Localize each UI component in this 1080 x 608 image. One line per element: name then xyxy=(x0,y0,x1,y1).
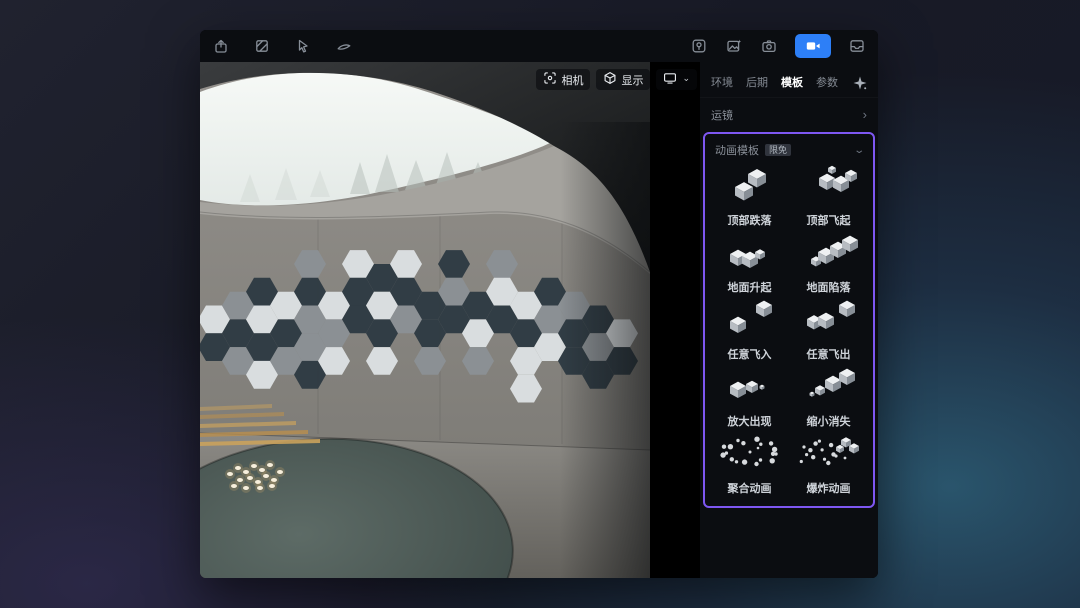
display-button-label: 显示 xyxy=(621,72,643,88)
template-particles-gather[interactable]: 聚合动画 xyxy=(710,430,789,497)
template-cubes-rise-ground[interactable]: 地面升起 xyxy=(710,229,789,296)
cubes-fly-out-icon xyxy=(790,296,868,345)
cubes-rise-ground-icon xyxy=(711,229,789,278)
template-cubes-zoom-appear[interactable]: 放大出现 xyxy=(710,363,789,430)
pin-icon[interactable] xyxy=(690,37,708,55)
panel-tabs: 环境后期模板参数 xyxy=(700,67,878,97)
template-label: 聚合动画 xyxy=(728,480,772,496)
template-cubes-shrink-disappear[interactable]: 缩小消失 xyxy=(789,363,868,430)
animation-templates-section: 动画模板 限免 ⌄ 顶部跌落 顶部飞起 地面升起 地面陷落 任意飞入 任意飞出 xyxy=(703,132,875,508)
template-cubes-drop-top[interactable]: 顶部跌落 xyxy=(710,162,789,229)
camera-button[interactable]: 相机 xyxy=(536,69,590,90)
display-button[interactable]: 显示 xyxy=(596,69,650,90)
chevron-right-icon: › xyxy=(863,108,867,121)
template-particles-explode[interactable]: 爆炸动画 xyxy=(789,430,868,497)
template-label: 顶部跌落 xyxy=(728,212,772,228)
3d-viewport[interactable]: 相机 显示 ⌄ xyxy=(200,62,700,578)
monitor-icon xyxy=(663,71,677,88)
animation-templates-grid: 顶部跌落 顶部飞起 地面升起 地面陷落 任意飞入 任意飞出 放大出现 缩小消失 xyxy=(710,162,868,497)
animation-templates-header[interactable]: 动画模板 限免 ⌄ xyxy=(710,141,868,159)
tab-2[interactable]: 模板 xyxy=(781,74,803,90)
viewport-toolbar: 相机 显示 ⌄ xyxy=(536,69,697,90)
template-label: 任意飞入 xyxy=(728,346,772,362)
particles-gather-icon xyxy=(711,430,789,479)
template-label: 爆炸动画 xyxy=(807,480,851,496)
template-label: 放大出现 xyxy=(728,413,772,429)
free-badge: 限免 xyxy=(765,144,791,157)
camera-button-label: 相机 xyxy=(561,72,583,88)
cubes-shrink-disappear-icon xyxy=(790,363,868,412)
chevron-down-icon: ⌄ xyxy=(682,73,690,84)
image-sparkle-icon[interactable] xyxy=(725,37,743,55)
tab-1[interactable]: 后期 xyxy=(746,74,768,90)
cubes-fly-top-icon xyxy=(790,162,868,211)
app-window: 相机 显示 ⌄ 环境后期模板参数 运镜 › 动画模板 xyxy=(200,30,878,578)
view-mode-dropdown[interactable]: ⌄ xyxy=(656,69,697,90)
top-toolbar xyxy=(200,30,878,62)
template-label: 地面陷落 xyxy=(807,279,851,295)
main-content: 相机 显示 ⌄ 环境后期模板参数 运镜 › 动画模板 xyxy=(200,62,878,578)
right-panel: 环境后期模板参数 运镜 › 动画模板 限免 ⌄ 顶部跌落 顶部飞起 地面升起 xyxy=(700,62,878,578)
chevron-down-icon: ⌄ xyxy=(853,145,865,156)
cubes-fly-in-icon xyxy=(711,296,789,345)
template-cubes-sink-ground[interactable]: 地面陷落 xyxy=(789,229,868,296)
camera-move-row[interactable]: 运镜 › xyxy=(700,97,878,131)
cursor-icon[interactable] xyxy=(294,37,312,55)
sparkle-icon[interactable] xyxy=(852,75,867,90)
particles-explode-icon xyxy=(790,430,868,479)
tab-0[interactable]: 环境 xyxy=(711,74,733,90)
render-scene-image xyxy=(200,62,650,578)
toolbar-right-group xyxy=(690,34,866,58)
template-cubes-fly-in[interactable]: 任意飞入 xyxy=(710,296,789,363)
animation-templates-title: 动画模板 xyxy=(715,142,759,158)
template-label: 缩小消失 xyxy=(807,413,851,429)
cubes-sink-ground-icon xyxy=(790,229,868,278)
viewfinder-icon xyxy=(543,71,557,88)
camera-move-label: 运镜 xyxy=(711,107,733,123)
video-icon[interactable] xyxy=(795,34,831,58)
material-grid-icon[interactable] xyxy=(253,37,271,55)
template-cubes-fly-top[interactable]: 顶部飞起 xyxy=(789,162,868,229)
export-box-icon[interactable] xyxy=(212,37,230,55)
template-label: 地面升起 xyxy=(728,279,772,295)
tab-3[interactable]: 参数 xyxy=(816,74,838,90)
cubes-drop-top-icon xyxy=(711,162,789,211)
template-label: 顶部飞起 xyxy=(807,212,851,228)
camera-icon[interactable] xyxy=(760,37,778,55)
inbox-icon[interactable] xyxy=(848,37,866,55)
cube-icon xyxy=(603,71,617,88)
toolbar-left-group xyxy=(212,37,353,55)
sweep-icon[interactable] xyxy=(335,37,353,55)
cubes-zoom-appear-icon xyxy=(711,363,789,412)
template-label: 任意飞出 xyxy=(807,346,851,362)
template-cubes-fly-out[interactable]: 任意飞出 xyxy=(789,296,868,363)
